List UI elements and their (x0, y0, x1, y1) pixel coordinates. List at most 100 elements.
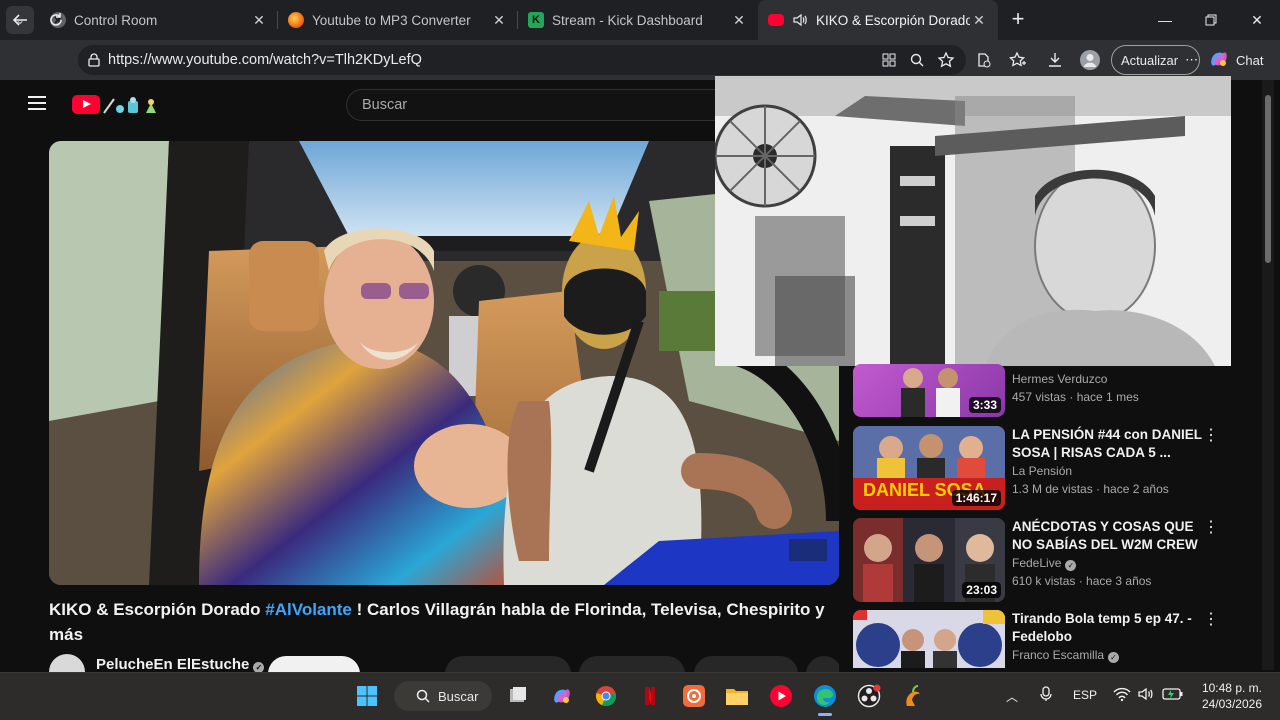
channel-name-text: FedeLive (1012, 556, 1062, 570)
copilot-chat-button[interactable]: Chat (1208, 48, 1263, 72)
battery-icon[interactable] (1162, 686, 1184, 705)
tab-kick-dashboard[interactable]: K Stream - Kick Dashboard ✕ (518, 0, 758, 40)
taskbar-search[interactable]: Buscar (394, 681, 492, 711)
active-app-indicator (818, 713, 832, 716)
back-arrow-icon[interactable] (8, 8, 32, 32)
view-count: 1.3 M de vistas (1012, 482, 1093, 496)
chat-label: Chat (1236, 52, 1264, 68)
windows-start-icon[interactable] (354, 683, 380, 709)
system-clock[interactable]: 10:48 p. m. 24/03/2026 (1196, 680, 1262, 712)
netflix-icon[interactable] (637, 683, 663, 709)
site-info-icon[interactable] (86, 52, 102, 68)
recommendation-channel[interactable]: FedeLive ✓ (1012, 556, 1077, 571)
recommendation-channel[interactable]: Franco Escamilla ✓ (1012, 648, 1120, 663)
tab-title: KIKO & Escorpión Dorado #Al (816, 12, 970, 28)
close-tab-icon[interactable]: ✕ (970, 12, 988, 29)
search-placeholder: Buscar (362, 97, 408, 113)
task-view-icon[interactable] (505, 683, 531, 709)
downloads-icon[interactable] (1043, 48, 1067, 72)
close-tab-icon[interactable]: ✕ (730, 12, 748, 29)
upload-age: hace 1 mes (1076, 390, 1139, 404)
recommendation-thumbnail[interactable]: 3:33 (853, 364, 1005, 417)
search-icon (416, 689, 430, 703)
file-explorer-icon[interactable] (724, 683, 750, 709)
recommendation-thumbnail[interactable] (853, 610, 1005, 668)
speaker-icon[interactable] (792, 12, 808, 28)
app-available-icon[interactable] (877, 48, 901, 72)
address-bar[interactable]: https://www.youtube.com/watch?v=Tlh2KDyL… (78, 45, 966, 75)
more-vert-icon[interactable]: ⋮ (1203, 428, 1219, 446)
duration-badge: 1:46:17 (951, 490, 1001, 506)
thumbnail-image (853, 610, 1005, 668)
recommendation-item[interactable]: DANIEL SOSA 1:46:17 LA PENSIÓN #44 con D… (853, 426, 1263, 512)
read-aloud-icon[interactable] (971, 48, 995, 72)
more-vert-icon[interactable]: ⋮ (1203, 612, 1219, 630)
recommendation-thumbnail[interactable]: DANIEL SOSA 1:46:17 (853, 426, 1005, 510)
profile-avatar-icon[interactable] (1078, 48, 1102, 72)
like-button[interactable] (445, 656, 571, 672)
upload-age: hace 2 años (1103, 482, 1169, 496)
channel-name-text: Franco Escamilla (1012, 648, 1105, 662)
youtube-favicon-icon (768, 14, 784, 26)
scrollbar-thumb[interactable] (1265, 95, 1271, 263)
favorites-icon[interactable] (1006, 48, 1030, 72)
volume-icon[interactable] (1137, 686, 1155, 705)
subscribe-button[interactable] (268, 656, 360, 672)
share-button[interactable] (579, 656, 685, 672)
more-vert-icon[interactable]: ⋮ (1203, 520, 1219, 538)
download-button[interactable] (694, 656, 798, 672)
recommendation-title[interactable]: Tirando Bola temp 5 ep 47. - Fedelobo (1012, 610, 1202, 646)
language-indicator[interactable]: ESP (1073, 688, 1097, 702)
menu-hamburger-icon[interactable] (28, 96, 46, 110)
clock-time: 10:48 p. m. (1201, 681, 1262, 695)
duration-badge: 23:03 (962, 582, 1001, 598)
taskbar-search-label: Buscar (438, 688, 479, 704)
channel-avatar[interactable] (49, 654, 85, 672)
obs-studio-icon[interactable] (856, 683, 882, 709)
favorite-star-icon[interactable] (934, 48, 958, 72)
update-button[interactable]: Actualizar ⋯ (1111, 45, 1200, 75)
recording-app-icon[interactable] (681, 683, 707, 709)
recommendation-title[interactable]: ANÉCDOTAS Y COSAS QUE NO SABÍAS DEL W2M … (1012, 518, 1202, 554)
minimize-icon[interactable]: — (1142, 0, 1188, 40)
close-tab-icon[interactable]: ✕ (250, 12, 268, 29)
search-input[interactable]: Buscar (346, 89, 766, 121)
close-tab-icon[interactable]: ✕ (490, 12, 508, 29)
close-window-icon[interactable]: ✕ (1234, 0, 1280, 40)
reload-icon[interactable] (44, 8, 68, 32)
kick-favicon-icon: K (528, 12, 544, 28)
youtube-doodle-icon[interactable] (102, 95, 164, 115)
tab-control-room[interactable]: Control Room ✕ (40, 0, 278, 40)
channel-name[interactable]: PelucheEn ElEstuche ✓ (96, 656, 265, 672)
hashtag-link[interactable]: #AlVolante (265, 600, 352, 619)
restore-icon[interactable] (1188, 0, 1234, 40)
microphone-icon[interactable] (1040, 686, 1052, 705)
channel-row: PelucheEn ElEstuche ✓ (49, 654, 839, 672)
tab-youtube-mp3[interactable]: Youtube to MP3 Converter ✕ (278, 0, 518, 40)
youtube-logo-icon[interactable] (72, 95, 100, 114)
copilot-taskbar-icon[interactable] (549, 683, 575, 709)
recommendation-title[interactable]: LA PENSIÓN #44 con DANIEL SOSA | RISAS C… (1012, 426, 1202, 462)
recommendation-item[interactable]: 23:03 ANÉCDOTAS Y COSAS QUE NO SABÍAS DE… (853, 518, 1263, 604)
zoom-icon[interactable] (905, 48, 929, 72)
tray-overflow-chevron-icon[interactable]: ︿ (1006, 688, 1018, 705)
tab-title: Youtube to MP3 Converter (312, 12, 471, 28)
more-actions-button[interactable] (806, 656, 839, 672)
tab-youtube-video[interactable]: KIKO & Escorpión Dorado #Al ✕ (758, 0, 998, 40)
converter-favicon-icon (288, 12, 304, 28)
edge-icon[interactable] (812, 683, 838, 709)
url-text: https://www.youtube.com/watch?v=Tlh2KDyL… (108, 52, 422, 68)
recommendation-channel[interactable]: La Pensión (1012, 464, 1072, 478)
copilot-icon (1208, 48, 1230, 73)
webcam-image (715, 76, 1231, 366)
wifi-icon[interactable] (1113, 686, 1131, 705)
fl-studio-icon[interactable] (900, 683, 926, 709)
recommendation-item[interactable]: Tirando Bola temp 5 ep 47. - Fedelobo Fr… (853, 610, 1263, 668)
chrome-icon[interactable] (593, 683, 619, 709)
recommendation-thumbnail[interactable]: 23:03 (853, 518, 1005, 602)
verified-check-icon: ✓ (1065, 560, 1077, 571)
recommendation-channel[interactable]: Hermes Verduzco (1012, 372, 1107, 386)
upload-age: hace 3 años (1086, 574, 1152, 588)
new-tab-plus-icon[interactable]: + (1006, 8, 1030, 32)
youtube-app-icon[interactable] (768, 683, 794, 709)
